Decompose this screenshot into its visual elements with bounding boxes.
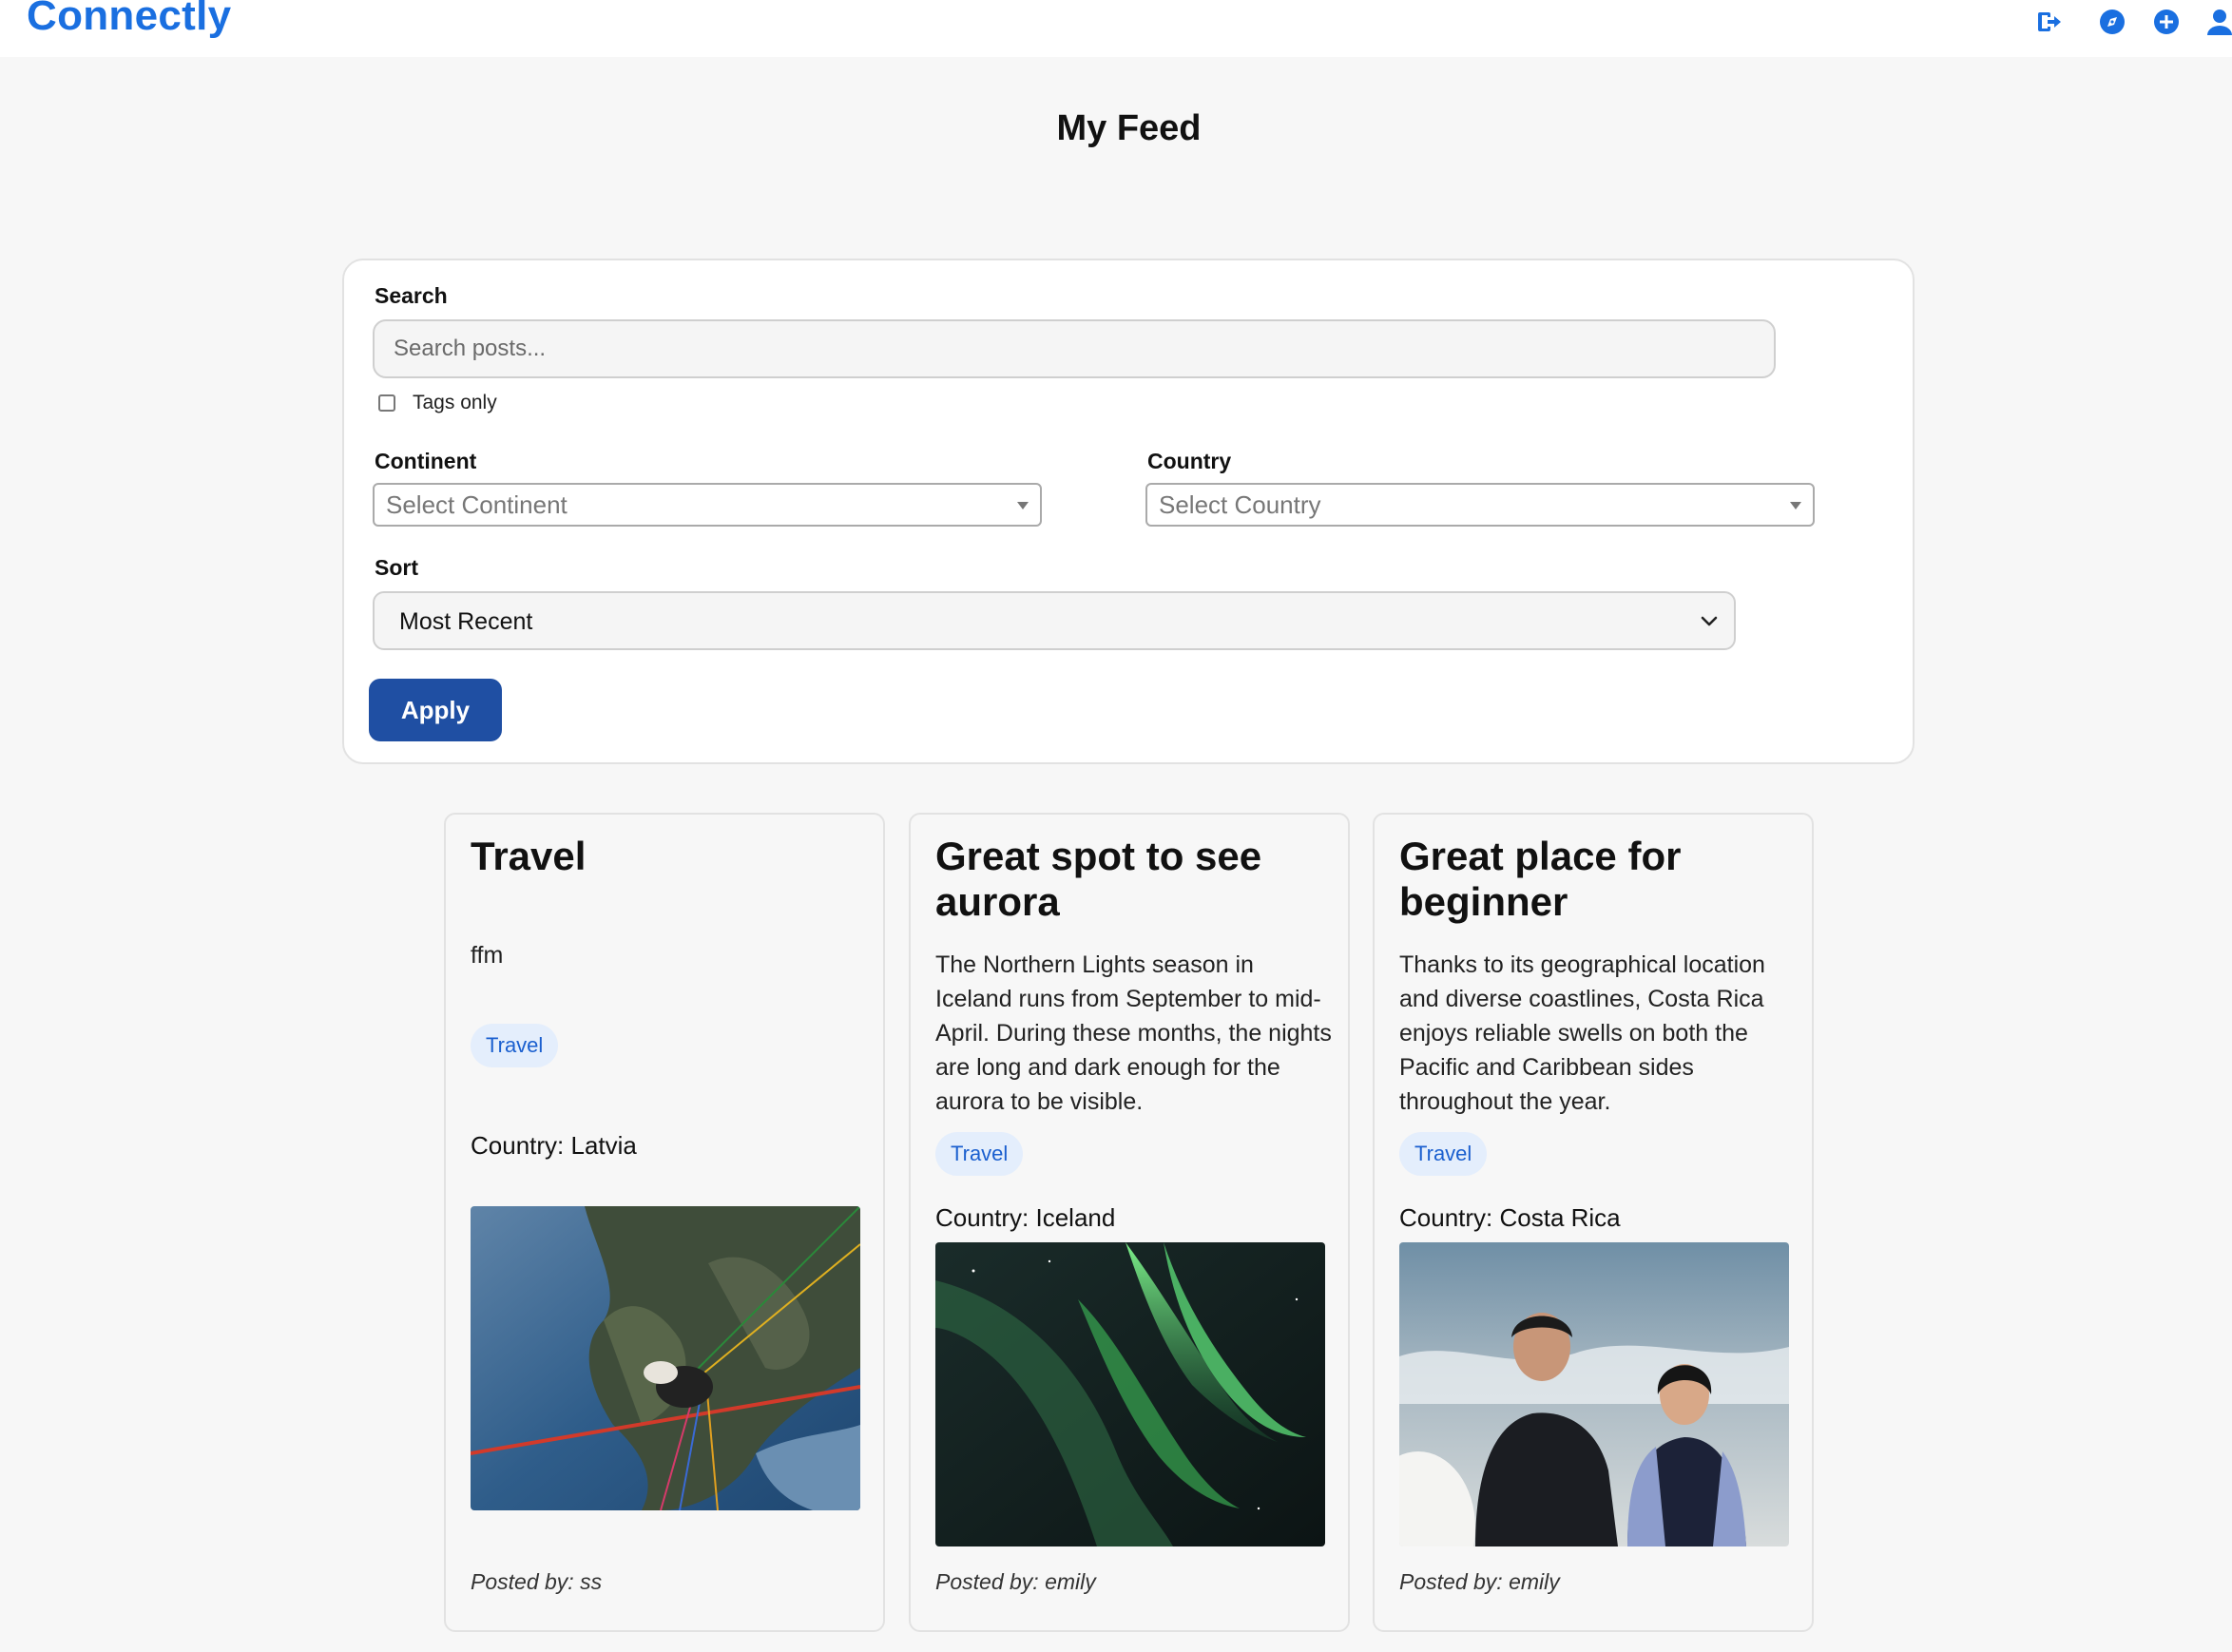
tags-only-checkbox[interactable]: [378, 394, 395, 412]
continent-placeholder: Select Continent: [386, 490, 568, 519]
top-navbar: Connectly: [0, 0, 2232, 57]
sort-label: Sort: [375, 555, 418, 580]
country-select[interactable]: Select Country: [1145, 483, 1815, 527]
caret-down-icon: [1017, 502, 1029, 509]
paragliding-photo: [471, 1206, 860, 1510]
post-country: Country: Costa Rica: [1399, 1203, 1621, 1232]
filter-panel: Search Tags only Continent Select Contin…: [342, 259, 1915, 764]
continent-select[interactable]: Select Continent: [373, 483, 1042, 527]
brand-logo[interactable]: Connectly: [27, 0, 231, 40]
post-country: Country: Latvia: [471, 1131, 637, 1160]
post-body: ffm: [471, 942, 504, 969]
user-icon[interactable]: [2205, 8, 2232, 42]
search-input[interactable]: [373, 319, 1776, 378]
caret-down-icon: [1790, 502, 1801, 509]
post-card[interactable]: Great place for beginner Thanks to its g…: [1373, 813, 1814, 1632]
aurora-photo: [935, 1242, 1325, 1546]
country-label: Country: [1147, 449, 1232, 473]
post-body: The Northern Lights season in Iceland ru…: [935, 951, 1332, 1115]
chevron-down-icon: [1701, 616, 1718, 626]
continent-label: Continent: [375, 449, 477, 473]
tags-only-label: Tags only: [413, 392, 497, 413]
post-author: Posted by: emily: [935, 1569, 1096, 1594]
compass-icon[interactable]: [2098, 8, 2126, 42]
hidden-anchor: [141, 4, 169, 38]
post-tag[interactable]: Travel: [471, 1024, 559, 1067]
search-label: Search: [375, 283, 448, 308]
sort-value: Most Recent: [399, 608, 533, 635]
post-card[interactable]: Great spot to see aurora The Northern Li…: [909, 813, 1350, 1632]
post-title: Great place for beginner: [1399, 834, 1682, 924]
logout-icon[interactable]: [2034, 8, 2063, 42]
post-tag[interactable]: Travel: [935, 1132, 1024, 1176]
post-body: Thanks to its geographical location and …: [1399, 951, 1765, 1115]
surfers-photo: [1399, 1242, 1789, 1546]
post-title: Great spot to see aurora: [935, 834, 1262, 924]
page-title: My Feed: [1056, 108, 1202, 148]
apply-button[interactable]: Apply: [369, 679, 502, 741]
post-card[interactable]: Travel ffm Travel Country: Latvia Posted…: [444, 813, 885, 1632]
sort-select[interactable]: Most Recent: [373, 591, 1736, 650]
post-tag[interactable]: Travel: [1399, 1132, 1488, 1176]
country-placeholder: Select Country: [1159, 490, 1321, 519]
post-author: Posted by: ss: [471, 1569, 603, 1594]
post-country: Country: Iceland: [935, 1203, 1116, 1232]
post-author: Posted by: emily: [1399, 1569, 1560, 1594]
plus-circle-icon[interactable]: [2152, 8, 2181, 42]
post-title: Travel: [471, 834, 587, 878]
